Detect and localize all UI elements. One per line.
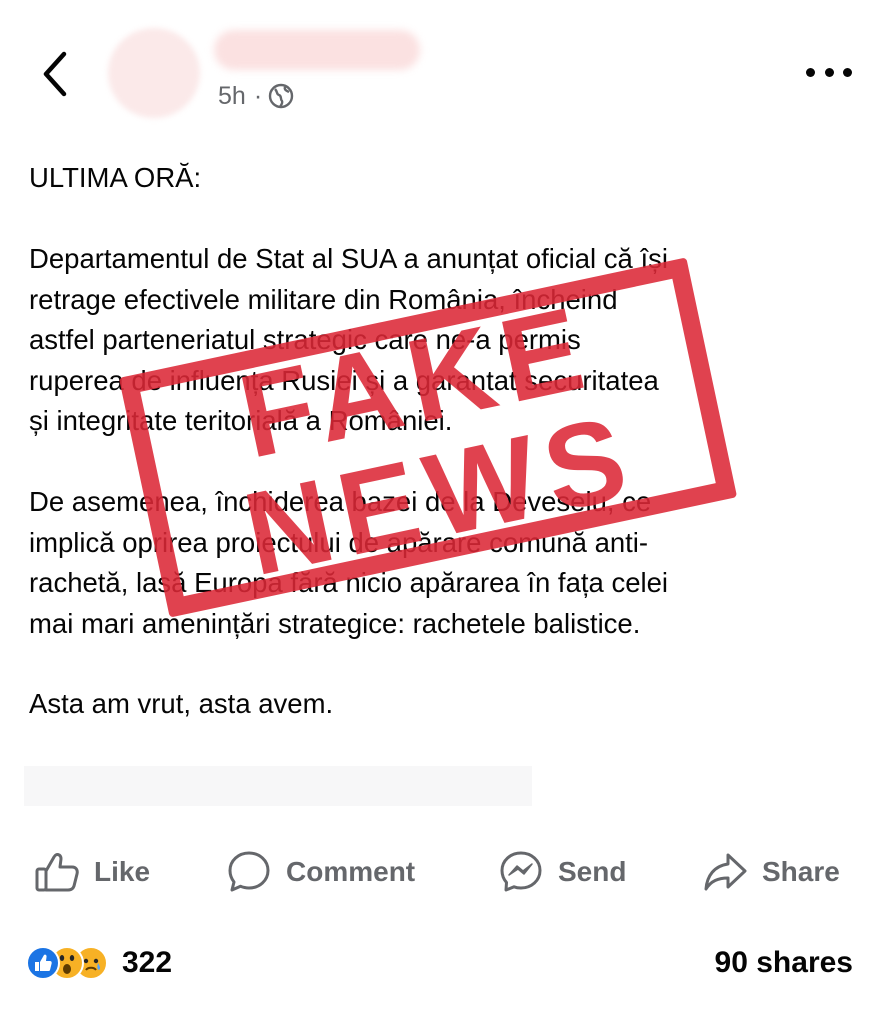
messenger-icon bbox=[500, 851, 542, 892]
post-line: ruperea de influența Rusiei și a garanta… bbox=[29, 364, 659, 396]
send-label: Send bbox=[558, 856, 627, 887]
meta-separator: · bbox=[253, 81, 263, 110]
action-bar: Like Comment Send Share bbox=[0, 842, 883, 902]
author-avatar[interactable] bbox=[108, 28, 200, 118]
post-paragraph-heading: ULTIMA ORĂ: bbox=[29, 158, 859, 199]
post-line: implică oprirea proiectului de apărare c… bbox=[29, 526, 649, 558]
post-paragraph-1: Departamentul de Stat al SUA a anunțat o… bbox=[29, 239, 859, 442]
comment-button[interactable]: Comment bbox=[226, 842, 415, 902]
share-button[interactable]: Share bbox=[702, 842, 840, 902]
share-label: Share bbox=[762, 856, 840, 887]
author-name-redacted[interactable] bbox=[214, 30, 420, 70]
globe-icon bbox=[268, 83, 294, 109]
post-line: ULTIMA ORĂ: bbox=[29, 162, 202, 193]
comment-bubble-icon bbox=[228, 851, 270, 892]
thumbs-up-icon bbox=[35, 853, 79, 892]
post-time[interactable]: 5h bbox=[218, 82, 246, 111]
like-reaction-icon bbox=[26, 946, 60, 980]
like-button[interactable]: Like bbox=[34, 842, 150, 902]
comment-label: Comment bbox=[286, 856, 416, 887]
shares-count[interactable]: 90 shares bbox=[715, 940, 853, 986]
post-line: și integritate teritorială a României. bbox=[29, 405, 453, 436]
post-line: retrage efectivele militare din România,… bbox=[29, 283, 618, 315]
post-meta: 5h · bbox=[218, 80, 294, 112]
post-line: rachetă, lasă Europa fără nicio apărarea… bbox=[29, 567, 668, 598]
post-paragraph-3: Asta am vrut, asta avem. bbox=[29, 684, 859, 725]
post-line: Departamentul de Stat al SUA a anunțat o… bbox=[29, 243, 668, 274]
back-button[interactable] bbox=[38, 50, 72, 98]
post-line: mai mari amenințări strategice: rachetel… bbox=[29, 607, 641, 639]
more-options-icon[interactable] bbox=[806, 64, 852, 80]
post-line: astfel parteneriatul strategic care ne-a… bbox=[29, 324, 581, 355]
post-paragraph-2: De asemenea, închiderea bazei de la Deve… bbox=[29, 482, 859, 644]
back-chevron-icon bbox=[43, 51, 67, 97]
like-label: Like bbox=[94, 856, 151, 887]
reaction-count: 322 bbox=[122, 946, 173, 979]
post-line: Asta am vrut, asta avem. bbox=[29, 688, 334, 719]
link-preview-placeholder[interactable] bbox=[24, 766, 532, 806]
send-button[interactable]: Send bbox=[498, 842, 626, 902]
share-arrow-icon bbox=[704, 853, 747, 891]
reactions-summary[interactable]: 322 bbox=[26, 940, 172, 986]
post-line: De asemenea, închiderea bazei de la Deve… bbox=[29, 486, 652, 517]
